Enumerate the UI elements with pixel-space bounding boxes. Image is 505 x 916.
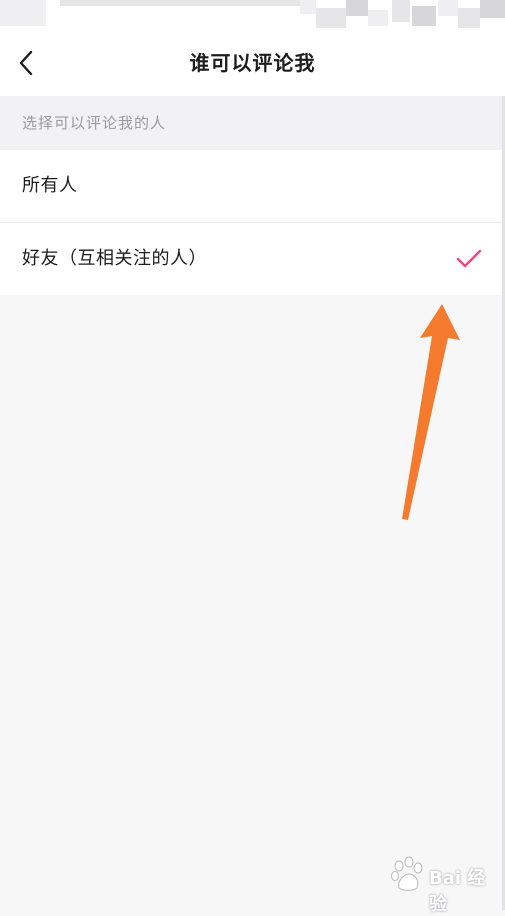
option-friends[interactable]: 好友（互相关注的人） bbox=[0, 222, 502, 295]
section-header-label: 选择可以评论我的人 bbox=[22, 114, 167, 132]
status-bar bbox=[0, 0, 505, 30]
status-bar-blur bbox=[316, 8, 346, 28]
option-everyone[interactable]: 所有人 bbox=[0, 150, 502, 222]
option-label: 好友（互相关注的人） bbox=[22, 248, 207, 269]
options-list: 所有人 好友（互相关注的人） bbox=[0, 150, 502, 295]
nav-bar: 谁可以评论我 bbox=[0, 30, 505, 96]
paw-logo-icon bbox=[391, 856, 423, 891]
page-title: 谁可以评论我 bbox=[189, 51, 316, 75]
checkmark-icon bbox=[456, 249, 482, 268]
status-bar-blur bbox=[412, 6, 436, 26]
section-header: 选择可以评论我的人 bbox=[0, 96, 505, 150]
status-bar-blur bbox=[60, 0, 300, 6]
watermark: Bai 经验 bbox=[385, 852, 495, 915]
status-bar-blur bbox=[438, 0, 458, 16]
status-bar-blur bbox=[480, 0, 505, 18]
annotation-arrow-icon bbox=[402, 304, 460, 520]
status-bar-blur bbox=[0, 0, 46, 26]
status-bar-blur bbox=[392, 0, 410, 22]
status-bar-blur bbox=[346, 0, 368, 16]
status-bar-blur bbox=[368, 10, 388, 26]
option-label: 所有人 bbox=[22, 175, 78, 196]
watermark-text: Bai 经验 bbox=[429, 868, 486, 915]
status-bar-blur bbox=[458, 8, 480, 28]
status-bar-blur bbox=[300, 0, 316, 14]
